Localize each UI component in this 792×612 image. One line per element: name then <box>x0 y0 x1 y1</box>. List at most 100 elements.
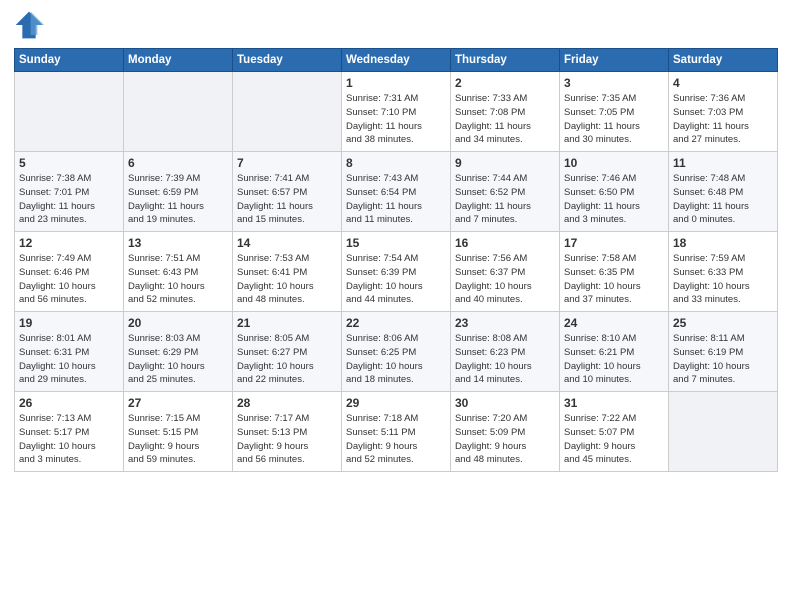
day-info: Sunrise: 7:43 AM Sunset: 6:54 PM Dayligh… <box>346 172 446 227</box>
calendar-cell: 18 Sunrise: 7:59 AM Sunset: 6:33 PM Dayli… <box>669 232 778 312</box>
day-number: 27 <box>128 396 228 410</box>
day-info: Sunrise: 7:48 AM Sunset: 6:48 PM Dayligh… <box>673 172 773 227</box>
calendar-cell: 9Sunrise: 7:44 AM Sunset: 6:52 PM Daylig… <box>451 152 560 232</box>
calendar-cell: 31Sunrise: 7:22 AM Sunset: 5:07 PM Dayli… <box>560 392 669 472</box>
day-info: Sunrise: 7:59 AM Sunset: 6:33 PM Dayligh… <box>673 252 773 307</box>
day-number: 2 <box>455 76 555 90</box>
day-number: 25 <box>673 316 773 330</box>
day-number: 13 <box>128 236 228 250</box>
calendar-cell: 3Sunrise: 7:35 AM Sunset: 7:05 PM Daylig… <box>560 72 669 152</box>
weekday-header: Wednesday <box>342 49 451 72</box>
calendar-cell: 13 Sunrise: 7:51 AM Sunset: 6:43 PM Dayli… <box>124 232 233 312</box>
calendar-cell: 23 Sunrise: 8:08 AM Sunset: 6:23 PM Dayli… <box>451 312 560 392</box>
calendar-cell: 15 Sunrise: 7:54 AM Sunset: 6:39 PM Dayli… <box>342 232 451 312</box>
calendar-cell: 14 Sunrise: 7:53 AM Sunset: 6:41 PM Dayli… <box>233 232 342 312</box>
calendar-cell: 30 Sunrise: 7:20 AM Sunset: 5:09 PM Dayli… <box>451 392 560 472</box>
calendar-cell: 25 Sunrise: 8:11 AM Sunset: 6:19 PM Dayli… <box>669 312 778 392</box>
day-number: 23 <box>455 316 555 330</box>
calendar-cell: 27 Sunrise: 7:15 AM Sunset: 5:15 PM Dayli… <box>124 392 233 472</box>
day-info: Sunrise: 7:13 AM Sunset: 5:17 PM Dayligh… <box>19 412 119 467</box>
day-number: 19 <box>19 316 119 330</box>
calendar-cell: 7 Sunrise: 7:41 AM Sunset: 6:57 PM Daylig… <box>233 152 342 232</box>
day-number: 17 <box>564 236 664 250</box>
calendar-cell: 20 Sunrise: 8:03 AM Sunset: 6:29 PM Dayli… <box>124 312 233 392</box>
calendar-cell: 4Sunrise: 7:36 AM Sunset: 7:03 PM Daylig… <box>669 72 778 152</box>
day-info: Sunrise: 7:49 AM Sunset: 6:46 PM Dayligh… <box>19 252 119 307</box>
day-info: Sunrise: 7:41 AM Sunset: 6:57 PM Dayligh… <box>237 172 337 227</box>
day-number: 16 <box>455 236 555 250</box>
page-container: SundayMondayTuesdayWednesdayThursdayFrid… <box>0 0 792 480</box>
calendar-cell <box>669 392 778 472</box>
day-number: 29 <box>346 396 446 410</box>
calendar-cell: 1 Sunrise: 7:31 AM Sunset: 7:10 PM Daylig… <box>342 72 451 152</box>
day-number: 24 <box>564 316 664 330</box>
day-number: 15 <box>346 236 446 250</box>
day-number: 26 <box>19 396 119 410</box>
day-number: 1 <box>346 76 446 90</box>
day-number: 14 <box>237 236 337 250</box>
day-number: 21 <box>237 316 337 330</box>
logo <box>14 10 48 40</box>
day-number: 22 <box>346 316 446 330</box>
calendar-cell: 10Sunrise: 7:46 AM Sunset: 6:50 PM Dayli… <box>560 152 669 232</box>
calendar-cell: 5 Sunrise: 7:38 AM Sunset: 7:01 PM Daylig… <box>15 152 124 232</box>
day-number: 6 <box>128 156 228 170</box>
calendar-cell: 11 Sunrise: 7:48 AM Sunset: 6:48 PM Dayli… <box>669 152 778 232</box>
calendar-cell: 12 Sunrise: 7:49 AM Sunset: 6:46 PM Dayli… <box>15 232 124 312</box>
calendar-cell <box>124 72 233 152</box>
day-number: 10 <box>564 156 664 170</box>
day-info: Sunrise: 7:51 AM Sunset: 6:43 PM Dayligh… <box>128 252 228 307</box>
calendar-week-row: 12 Sunrise: 7:49 AM Sunset: 6:46 PM Dayli… <box>15 232 778 312</box>
day-info: Sunrise: 7:15 AM Sunset: 5:15 PM Dayligh… <box>128 412 228 467</box>
calendar-week-row: 19 Sunrise: 8:01 AM Sunset: 6:31 PM Dayli… <box>15 312 778 392</box>
calendar-cell: 19 Sunrise: 8:01 AM Sunset: 6:31 PM Dayli… <box>15 312 124 392</box>
calendar-cell: 16 Sunrise: 7:56 AM Sunset: 6:37 PM Dayli… <box>451 232 560 312</box>
day-info: Sunrise: 7:33 AM Sunset: 7:08 PM Dayligh… <box>455 92 555 147</box>
calendar-cell: 26 Sunrise: 7:13 AM Sunset: 5:17 PM Dayli… <box>15 392 124 472</box>
day-number: 7 <box>237 156 337 170</box>
calendar-week-row: 5 Sunrise: 7:38 AM Sunset: 7:01 PM Daylig… <box>15 152 778 232</box>
calendar-cell <box>233 72 342 152</box>
day-info: Sunrise: 7:35 AM Sunset: 7:05 PM Dayligh… <box>564 92 664 147</box>
day-number: 11 <box>673 156 773 170</box>
calendar-cell: 8 Sunrise: 7:43 AM Sunset: 6:54 PM Daylig… <box>342 152 451 232</box>
day-number: 8 <box>346 156 446 170</box>
day-info: Sunrise: 7:38 AM Sunset: 7:01 PM Dayligh… <box>19 172 119 227</box>
calendar-cell: 29 Sunrise: 7:18 AM Sunset: 5:11 PM Dayli… <box>342 392 451 472</box>
day-info: Sunrise: 7:58 AM Sunset: 6:35 PM Dayligh… <box>564 252 664 307</box>
calendar-cell: 21Sunrise: 8:05 AM Sunset: 6:27 PM Dayli… <box>233 312 342 392</box>
day-info: Sunrise: 8:08 AM Sunset: 6:23 PM Dayligh… <box>455 332 555 387</box>
calendar-cell: 2 Sunrise: 7:33 AM Sunset: 7:08 PM Daylig… <box>451 72 560 152</box>
day-info: Sunrise: 8:01 AM Sunset: 6:31 PM Dayligh… <box>19 332 119 387</box>
weekday-header: Thursday <box>451 49 560 72</box>
calendar-cell: 22Sunrise: 8:06 AM Sunset: 6:25 PM Dayli… <box>342 312 451 392</box>
weekday-header-row: SundayMondayTuesdayWednesdayThursdayFrid… <box>15 49 778 72</box>
day-number: 30 <box>455 396 555 410</box>
day-info: Sunrise: 7:18 AM Sunset: 5:11 PM Dayligh… <box>346 412 446 467</box>
weekday-header: Sunday <box>15 49 124 72</box>
calendar-cell: 6 Sunrise: 7:39 AM Sunset: 6:59 PM Daylig… <box>124 152 233 232</box>
day-info: Sunrise: 8:03 AM Sunset: 6:29 PM Dayligh… <box>128 332 228 387</box>
page-header <box>14 10 778 40</box>
day-info: Sunrise: 7:56 AM Sunset: 6:37 PM Dayligh… <box>455 252 555 307</box>
day-number: 20 <box>128 316 228 330</box>
weekday-header: Tuesday <box>233 49 342 72</box>
calendar-table: SundayMondayTuesdayWednesdayThursdayFrid… <box>14 48 778 472</box>
day-number: 12 <box>19 236 119 250</box>
weekday-header: Monday <box>124 49 233 72</box>
day-info: Sunrise: 7:39 AM Sunset: 6:59 PM Dayligh… <box>128 172 228 227</box>
day-info: Sunrise: 7:53 AM Sunset: 6:41 PM Dayligh… <box>237 252 337 307</box>
calendar-cell: 17 Sunrise: 7:58 AM Sunset: 6:35 PM Dayli… <box>560 232 669 312</box>
day-info: Sunrise: 7:54 AM Sunset: 6:39 PM Dayligh… <box>346 252 446 307</box>
day-number: 18 <box>673 236 773 250</box>
day-info: Sunrise: 7:36 AM Sunset: 7:03 PM Dayligh… <box>673 92 773 147</box>
day-info: Sunrise: 7:20 AM Sunset: 5:09 PM Dayligh… <box>455 412 555 467</box>
day-info: Sunrise: 7:31 AM Sunset: 7:10 PM Dayligh… <box>346 92 446 147</box>
day-info: Sunrise: 8:11 AM Sunset: 6:19 PM Dayligh… <box>673 332 773 387</box>
day-info: Sunrise: 7:17 AM Sunset: 5:13 PM Dayligh… <box>237 412 337 467</box>
day-info: Sunrise: 7:22 AM Sunset: 5:07 PM Dayligh… <box>564 412 664 467</box>
calendar-cell: 24 Sunrise: 8:10 AM Sunset: 6:21 PM Dayli… <box>560 312 669 392</box>
calendar-cell: 28Sunrise: 7:17 AM Sunset: 5:13 PM Dayli… <box>233 392 342 472</box>
day-number: 5 <box>19 156 119 170</box>
day-info: Sunrise: 8:10 AM Sunset: 6:21 PM Dayligh… <box>564 332 664 387</box>
